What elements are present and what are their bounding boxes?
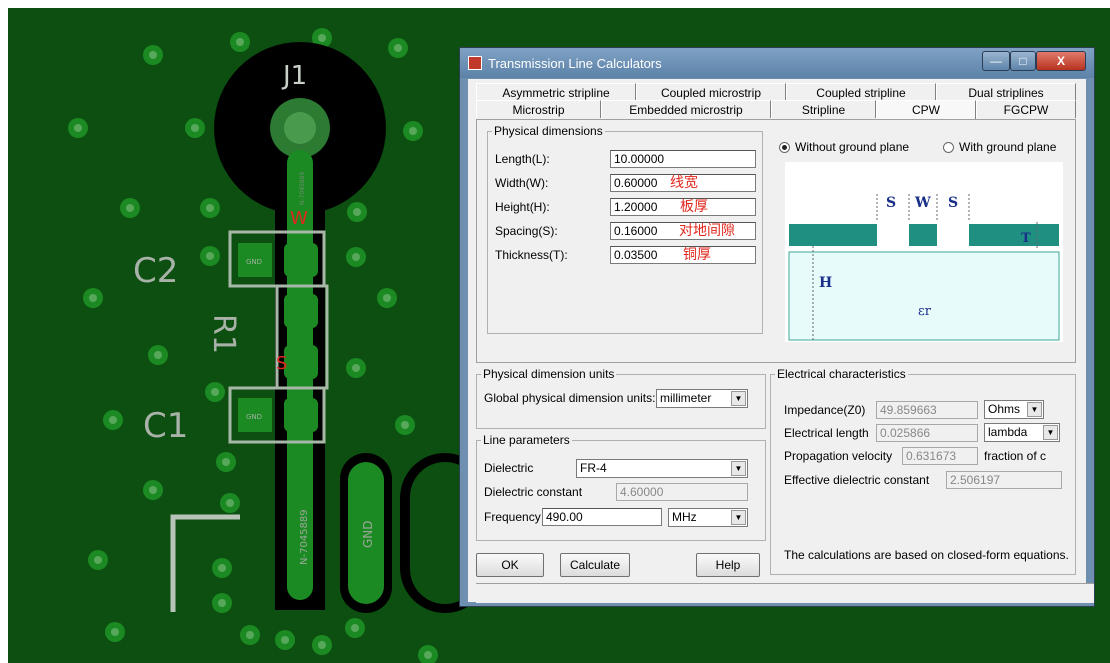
frequency-unit-value: MHz <box>672 510 697 524</box>
diagram-epsilon: εr <box>918 304 932 319</box>
cpw-cross-section-diagram: S W S T H εr <box>785 162 1063 342</box>
status-bar <box>476 583 1094 603</box>
window-title: Transmission Line Calculators <box>488 56 662 71</box>
signal-conductor <box>909 224 937 246</box>
height-note: 板厚 <box>680 198 708 214</box>
net-label-bottom: N-7045889 <box>299 509 310 565</box>
gnd-net-label: GND <box>361 520 375 548</box>
j1-ref: J1 <box>281 61 307 91</box>
with-ground-radio[interactable] <box>943 142 954 153</box>
diagram-s-left: S <box>886 195 896 211</box>
close-button[interactable]: X <box>1036 51 1086 71</box>
frequency-input[interactable]: 490.00 <box>542 508 662 526</box>
effective-dk-field[interactable]: 2.506197 <box>946 471 1062 489</box>
electrical-legend: Electrical characteristics <box>777 367 906 381</box>
electrical-length-unit-value: lambda <box>988 425 1028 439</box>
diagram-t: T <box>1021 231 1031 246</box>
ok-button[interactable]: OK <box>476 553 544 577</box>
propagation-velocity-unit: fraction of c <box>984 449 1047 463</box>
spacing-annotation: S <box>276 353 287 374</box>
width-note: 线宽 <box>670 174 698 190</box>
calculate-button[interactable]: Calculate <box>560 553 630 577</box>
tab-coupled-microstrip[interactable]: Coupled microstrip <box>636 83 786 101</box>
units-select-value: millimeter <box>660 391 712 405</box>
frequency-label: Frequency <box>484 510 541 524</box>
propagation-velocity-field[interactable]: 0.631673 <box>902 447 978 465</box>
frequency-unit-select[interactable]: MHz ▼ <box>668 508 748 527</box>
dielectric-constant-label: Dielectric constant <box>484 485 583 499</box>
units-legend: Physical dimension units <box>483 367 615 381</box>
tab-cpw[interactable]: CPW <box>876 100 976 120</box>
thickness-note: 铜厚 <box>683 246 711 262</box>
c1-ref: C1 <box>143 406 188 446</box>
app-icon <box>468 56 482 70</box>
minimize-button[interactable]: — <box>982 51 1010 71</box>
without-ground-radio[interactable] <box>779 142 790 153</box>
tab-microstrip[interactable]: Microstrip <box>476 100 601 118</box>
net-label-top: N-7045889 <box>299 171 306 205</box>
dielectric-select[interactable]: FR-4 ▼ <box>576 459 748 478</box>
calculator-window: Transmission Line Calculators — □ X Asym… <box>459 47 1095 607</box>
window-client: Asymmetric stripline Coupled microstrip … <box>468 79 1094 603</box>
propagation-velocity-label: Propagation velocity <box>784 449 893 463</box>
dielectric-constant-field[interactable]: 4.60000 <box>616 483 748 501</box>
diagram-s-right: S <box>948 195 958 211</box>
chevron-down-icon: ▼ <box>731 391 746 406</box>
diagram-h: H <box>819 275 832 291</box>
help-button[interactable]: Help <box>696 553 760 577</box>
chevron-down-icon: ▼ <box>731 461 746 476</box>
tab-asymmetric-stripline[interactable]: Asymmetric stripline <box>476 83 636 101</box>
electrical-length-field[interactable]: 0.025866 <box>876 424 978 442</box>
c2-ref: C2 <box>133 251 178 291</box>
chevron-down-icon: ▼ <box>1043 425 1058 440</box>
calculation-note: The calculations are based on closed-for… <box>784 548 1069 562</box>
effective-dk-label: Effective dielectric constant <box>784 473 930 487</box>
tab-row-1: Asymmetric stripline Coupled microstrip … <box>476 83 1076 101</box>
electrical-length-label: Electrical length <box>784 426 869 440</box>
dielectric-substrate <box>788 251 1060 341</box>
width-label: Width(W): <box>495 176 549 190</box>
with-ground-label[interactable]: With ground plane <box>959 140 1056 154</box>
length-label: Length(L): <box>495 152 550 166</box>
maximize-button[interactable]: □ <box>1010 51 1036 71</box>
dielectric-select-value: FR-4 <box>580 461 607 475</box>
spacing-label: Spacing(S): <box>495 224 558 238</box>
spacing-note: 对地间隙 <box>679 222 735 238</box>
left-ground-conductor <box>789 224 877 246</box>
r1-ref: R1 <box>206 314 241 354</box>
tab-stripline[interactable]: Stripline <box>771 100 876 118</box>
impedance-unit-select[interactable]: Ohms ▼ <box>984 400 1044 419</box>
tab-row-2: Microstrip Embedded microstrip Stripline… <box>476 100 1076 120</box>
cpw-tab-panel: Physical dimensions Length(L): 10.00000 … <box>476 119 1076 363</box>
diagram-w: W <box>914 195 931 211</box>
height-label: Height(H): <box>495 200 550 214</box>
tab-dual-striplines[interactable]: Dual striplines <box>936 83 1076 101</box>
tab-coupled-stripline[interactable]: Coupled stripline <box>786 83 936 101</box>
c2-pad-label: GND <box>246 258 262 266</box>
without-ground-label[interactable]: Without ground plane <box>795 140 909 154</box>
chevron-down-icon: ▼ <box>731 510 746 525</box>
electrical-length-unit-select[interactable]: lambda ▼ <box>984 423 1060 442</box>
physical-dimensions-legend: Physical dimensions <box>494 124 603 138</box>
dielectric-label: Dielectric <box>484 461 534 475</box>
chevron-down-icon: ▼ <box>1027 402 1042 417</box>
title-bar[interactable]: Transmission Line Calculators — □ X <box>460 48 1094 78</box>
line-parameters-legend: Line parameters <box>483 433 570 447</box>
impedance-unit-value: Ohms <box>988 402 1021 416</box>
length-input[interactable]: 10.00000 <box>610 150 756 168</box>
tab-fgcpw[interactable]: FGCPW <box>976 100 1076 118</box>
right-ground-conductor <box>969 224 1059 246</box>
thickness-label: Thickness(T): <box>495 248 568 262</box>
impedance-label: Impedance(Z0) <box>784 403 866 417</box>
impedance-field[interactable]: 49.859663 <box>876 401 978 419</box>
c1-pad-label: GND <box>246 413 262 421</box>
width-annotation: W <box>290 208 308 229</box>
units-select[interactable]: millimeter ▼ <box>656 389 748 408</box>
tab-embedded-microstrip[interactable]: Embedded microstrip <box>601 100 771 118</box>
units-label: Global physical dimension units: <box>484 391 656 405</box>
